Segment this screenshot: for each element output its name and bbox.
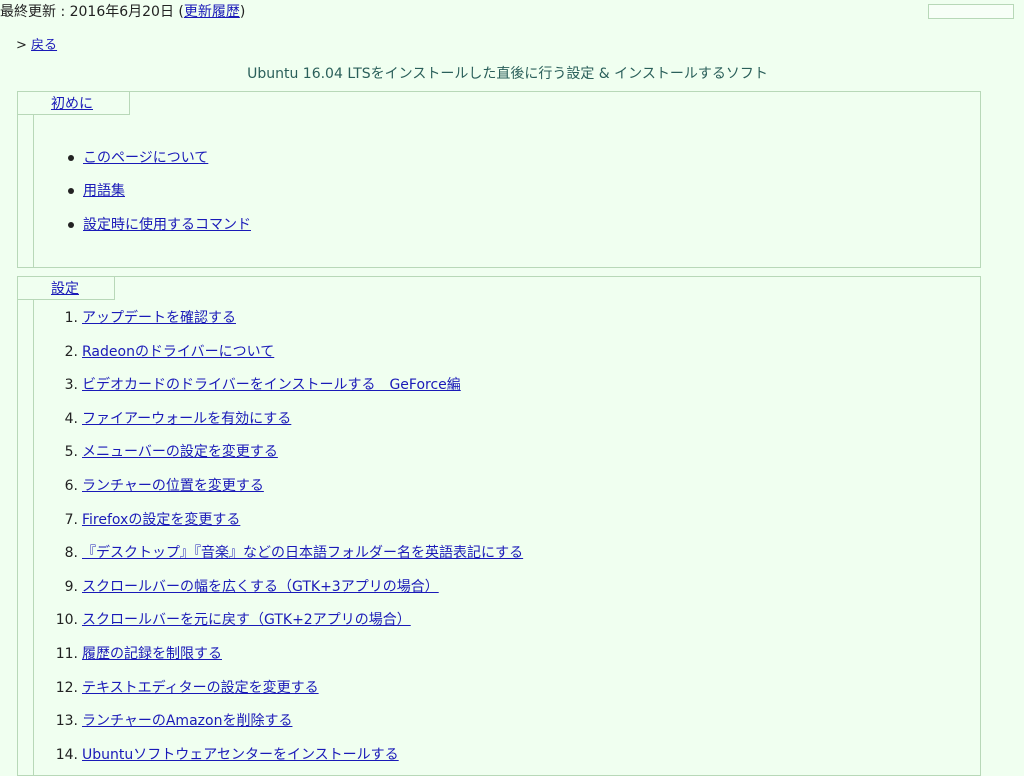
item-link[interactable]: メニューバーの設定を変更する	[82, 444, 278, 460]
update-history-link[interactable]: 更新履歴	[184, 4, 240, 20]
item-number: 11.	[55, 646, 78, 662]
back-nav: > 戻る	[16, 34, 57, 53]
list-item: 9. スクロールバーの幅を広くする（GTK+3アプリの場合）	[18, 577, 439, 597]
item-link[interactable]: Ubuntuソフトウェアセンターをインストールする	[82, 747, 399, 763]
section-settings: 設定 1. アップデートを確認する 2. Radeonのドライバーについて 3. ビデ…	[17, 276, 981, 776]
item-number: 9.	[64, 579, 78, 595]
close-paren: )	[239, 4, 246, 20]
section-settings-heading[interactable]: 設定	[51, 281, 79, 297]
last-updated-text: 最終更新 : 2016年6月20日 (	[0, 4, 184, 20]
section-introduction-heading[interactable]: 初めに	[51, 96, 93, 112]
list-item: 1. アップデートを確認する	[18, 308, 236, 328]
back-link[interactable]: 戻る	[31, 38, 57, 53]
list-item: 7. Firefoxの設定を変更する	[18, 510, 241, 530]
section-settings-body	[33, 300, 980, 775]
list-item-glossary[interactable]: 用語集	[83, 181, 125, 201]
item-number: 8.	[64, 545, 78, 561]
item-number: 4.	[64, 411, 78, 427]
list-item: 12. テキストエディターの設定を変更する	[18, 678, 319, 698]
item-link[interactable]: テキストエディターの設定を変更する	[82, 680, 319, 696]
item-link[interactable]: ビデオカードのドライバーをインストールする GeForce編	[82, 377, 461, 393]
bullet-icon	[68, 188, 74, 194]
item-number: 2.	[64, 344, 78, 360]
item-link[interactable]: 履歴の記録を制限する	[82, 646, 222, 662]
bullet-icon	[68, 222, 74, 228]
section-introduction-body	[33, 115, 980, 267]
section-settings-tab: 設定	[17, 276, 115, 300]
bullet-icon	[68, 155, 74, 161]
back-prefix: >	[16, 38, 27, 53]
item-number: 6.	[64, 478, 78, 494]
list-item: 3. ビデオカードのドライバーをインストールする GeForce編	[18, 375, 461, 395]
item-link[interactable]: アップデートを確認する	[82, 310, 236, 326]
section-introduction-tab: 初めに	[17, 91, 130, 115]
item-number: 10.	[55, 612, 78, 628]
item-link[interactable]: ランチャーのAmazonを削除する	[82, 713, 292, 729]
list-item: 11. 履歴の記録を制限する	[18, 644, 222, 664]
item-number: 3.	[64, 377, 78, 393]
list-item: 5. メニューバーの設定を変更する	[18, 442, 278, 462]
list-item: 8. 『デスクトップ』『音楽』などの日本語フォルダー名を英語表記にする	[18, 543, 524, 563]
list-item-about-page[interactable]: このページについて	[83, 148, 208, 168]
item-number: 13.	[55, 713, 78, 729]
list-item: 2. Radeonのドライバーについて	[18, 342, 275, 362]
list-item: 6. ランチャーの位置を変更する	[18, 476, 264, 496]
item-number: 1.	[64, 310, 78, 326]
item-link[interactable]: ランチャーの位置を変更する	[82, 478, 264, 494]
list-item: 4. ファイアーウォールを有効にする	[18, 409, 292, 429]
item-link[interactable]: 『デスクトップ』『音楽』などの日本語フォルダー名を英語表記にする	[82, 545, 523, 561]
item-link[interactable]: Radeonのドライバーについて	[82, 344, 274, 360]
item-link[interactable]: Firefoxの設定を変更する	[82, 512, 240, 528]
item-number: 12.	[55, 680, 78, 696]
item-link[interactable]: スクロールバーの幅を広くする（GTK+3アプリの場合）	[82, 579, 439, 595]
list-item: 13. ランチャーのAmazonを削除する	[18, 711, 293, 731]
section-introduction: 初めに このページについて 用語集 設定時に使用するコマンド	[17, 91, 981, 268]
item-link[interactable]: スクロールバーを元に戻す（GTK+2アプリの場合）	[82, 612, 411, 628]
item-number: 14.	[55, 747, 78, 763]
page-title: Ubuntu 16.04 LTSをインストールした直後に行う設定 & インストー…	[247, 66, 768, 82]
item-number: 7.	[64, 512, 78, 528]
list-item-commands[interactable]: 設定時に使用するコマンド	[83, 215, 251, 235]
list-item: 10. スクロールバーを元に戻す（GTK+2アプリの場合）	[18, 610, 411, 630]
list-item: 14. Ubuntuソフトウェアセンターをインストールする	[18, 745, 399, 765]
last-updated-bar: 最終更新 : 2016年6月20日 (更新履歴)	[0, 2, 245, 22]
item-link[interactable]: ファイアーウォールを有効にする	[82, 411, 291, 427]
search-input[interactable]	[928, 4, 1014, 19]
item-number: 5.	[64, 444, 78, 460]
